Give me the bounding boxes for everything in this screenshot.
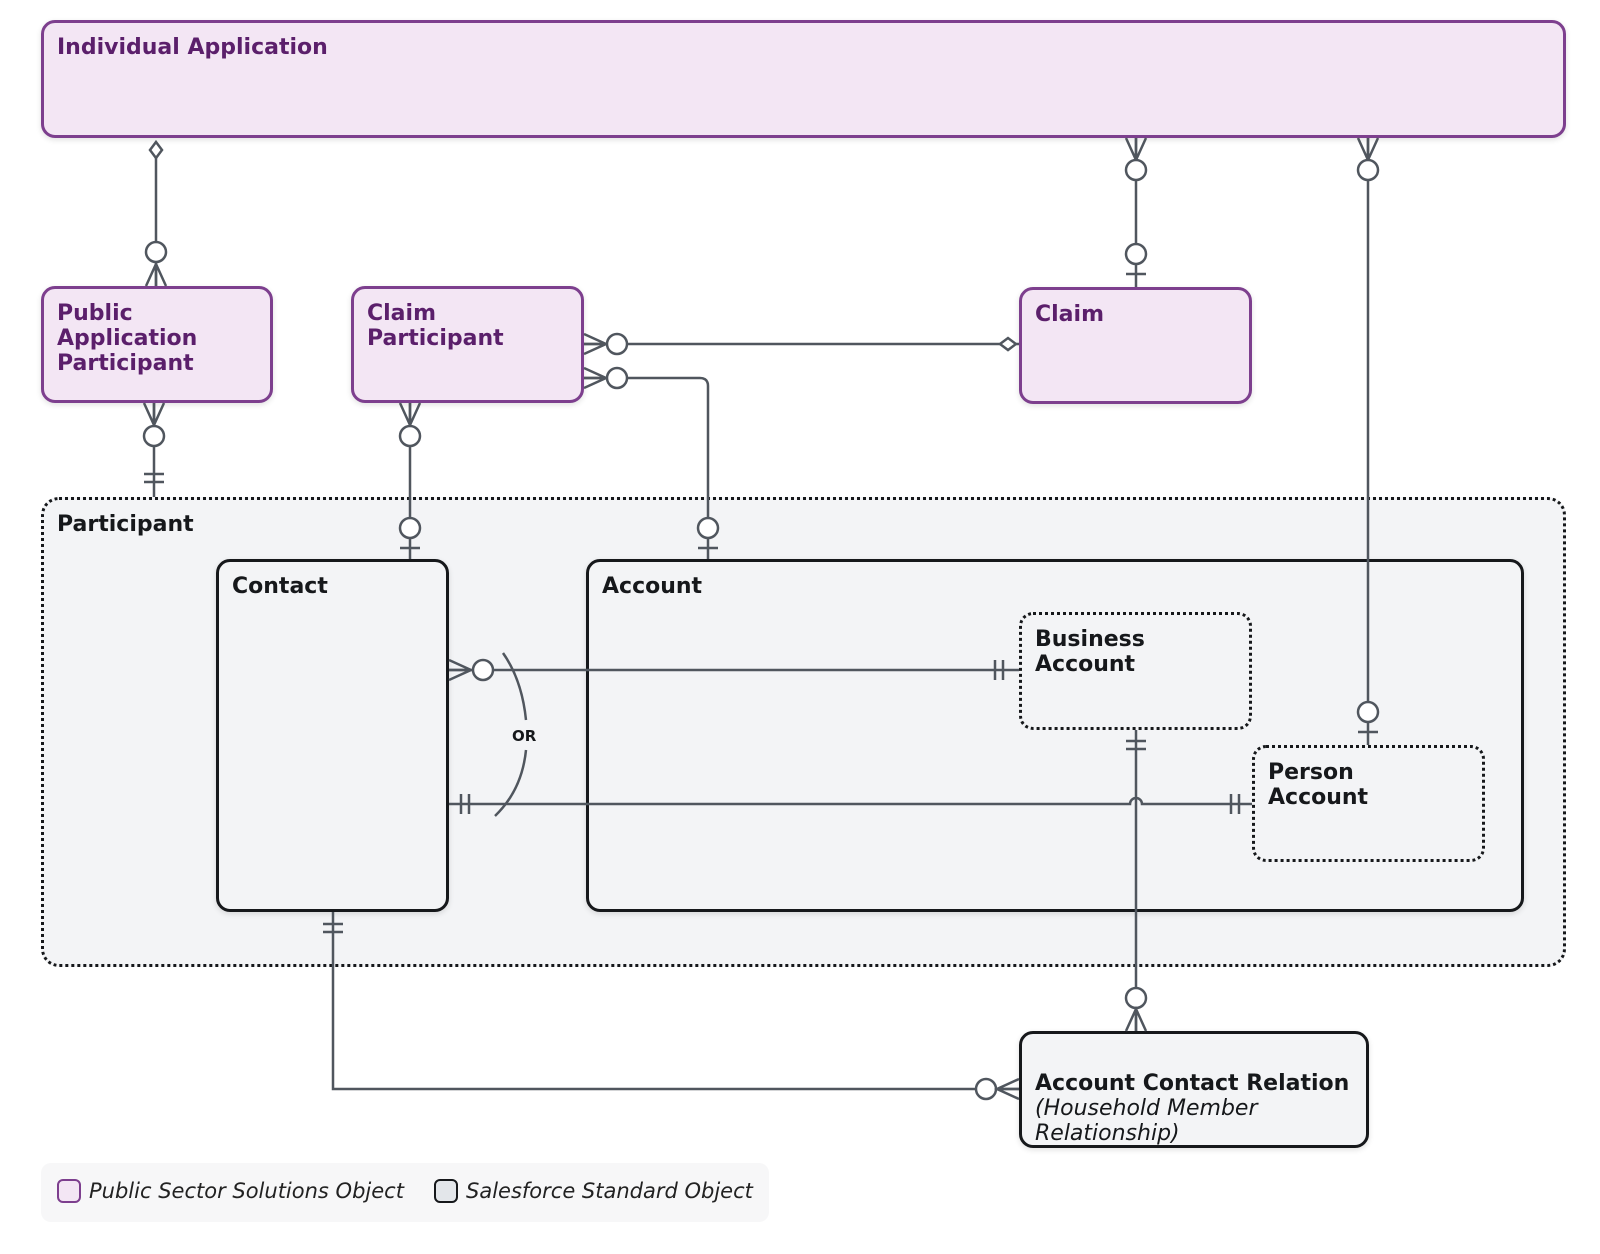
crows-foot-marker bbox=[1124, 137, 1148, 164]
optional-marker bbox=[1124, 986, 1148, 1010]
or-arc-bottom bbox=[494, 749, 528, 817]
or-label: OR bbox=[512, 727, 537, 745]
link-claim-participant-contact bbox=[398, 402, 422, 559]
optional-marker bbox=[605, 366, 629, 390]
link-contact-person-account bbox=[449, 794, 1252, 814]
or-constraint: OR bbox=[494, 652, 537, 817]
pss-swatch-icon bbox=[57, 1179, 81, 1203]
optional-marker bbox=[398, 516, 422, 540]
optional-marker bbox=[1356, 158, 1380, 182]
link-public-application-participant-participant bbox=[142, 402, 166, 497]
optional-marker bbox=[471, 658, 495, 682]
crows-foot-marker bbox=[448, 658, 475, 682]
crows-foot-marker bbox=[142, 402, 166, 429]
legend-label: Salesforce Standard Object bbox=[466, 1179, 753, 1203]
optional-marker bbox=[696, 516, 720, 540]
optional-marker bbox=[1124, 158, 1148, 182]
optional-marker bbox=[974, 1077, 998, 1101]
link-claim-participant-claim bbox=[583, 332, 1019, 356]
std-swatch-icon bbox=[434, 1179, 458, 1203]
legend-label: Public Sector Solutions Object bbox=[89, 1179, 404, 1203]
link-individual-application-claim bbox=[1124, 137, 1148, 287]
link-business-account-account-contact-relation bbox=[1124, 730, 1148, 1032]
link-contact-business-account bbox=[448, 658, 1019, 682]
crows-foot-marker bbox=[583, 332, 610, 356]
optional-marker bbox=[398, 424, 422, 448]
legend: Public Sector Solutions Object Salesforc… bbox=[41, 1163, 769, 1222]
link-claim-participant-account bbox=[583, 366, 720, 559]
or-arc-top bbox=[501, 652, 528, 721]
optional-marker bbox=[605, 332, 629, 356]
optional-marker bbox=[142, 424, 166, 448]
legend-item-std: Salesforce Standard Object bbox=[434, 1179, 753, 1203]
optional-marker bbox=[1356, 700, 1380, 724]
crows-foot-marker bbox=[144, 260, 168, 287]
link-individual-application-public-application-participant bbox=[144, 139, 168, 287]
crows-foot-marker bbox=[993, 1077, 1020, 1101]
relationship-connectors: OR bbox=[142, 137, 1380, 1101]
crows-foot-marker bbox=[1356, 137, 1380, 164]
optional-marker bbox=[144, 240, 168, 264]
crows-foot-marker bbox=[398, 402, 422, 429]
crows-foot-marker bbox=[583, 366, 610, 390]
legend-item-pss: Public Sector Solutions Object bbox=[57, 1179, 404, 1203]
diamond-marker bbox=[997, 336, 1019, 352]
link-individual-application-person-account bbox=[1356, 137, 1380, 745]
link-contact-account-contact-relation bbox=[323, 912, 1020, 1101]
crows-foot-marker bbox=[1124, 1005, 1148, 1032]
diamond-marker bbox=[148, 139, 164, 161]
optional-marker bbox=[1124, 242, 1148, 266]
